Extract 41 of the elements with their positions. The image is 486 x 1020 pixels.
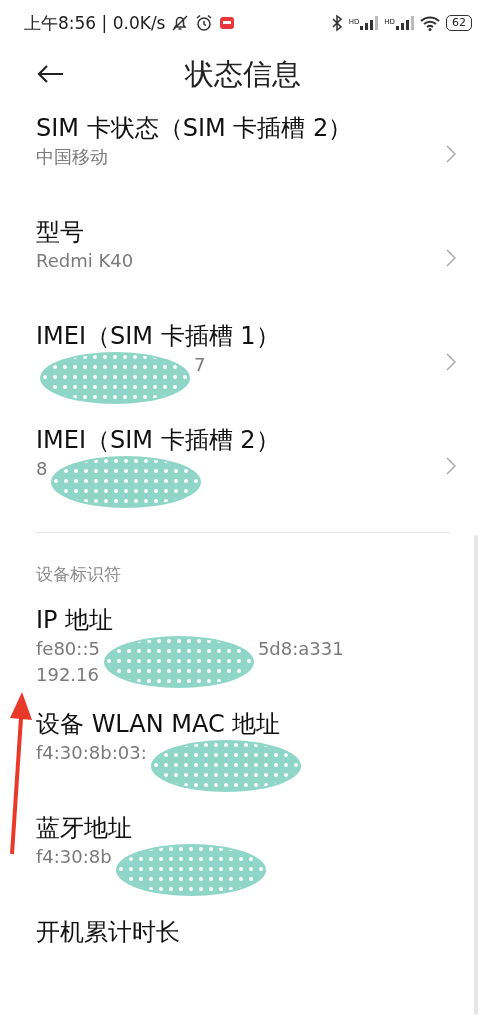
chevron-right-icon xyxy=(446,249,456,267)
item-title: 型号 xyxy=(36,217,85,248)
bell-off-icon xyxy=(171,14,190,32)
item-value: fe80::5 xyxy=(36,637,100,661)
battery-level: 62 xyxy=(446,15,472,31)
item-value: f4:30:8b:03: xyxy=(36,741,147,765)
item-value: 7 xyxy=(194,353,206,377)
chevron-right-icon xyxy=(446,145,456,163)
list-item[interactable]: IMEI（SIM 卡插槽 2） 8 xyxy=(0,414,486,518)
list-item[interactable]: 开机累计时长 xyxy=(0,906,486,1010)
item-title: 设备 WLAN MAC 地址 xyxy=(36,709,282,740)
status-time: 上午8:56 | 0.0K/s xyxy=(24,11,166,35)
section-header: 设备标识符 xyxy=(36,564,121,584)
item-title: IP 地址 xyxy=(36,605,115,636)
item-value: 中国移动 xyxy=(36,145,108,169)
list-item[interactable]: 型号 Redmi K40 xyxy=(0,206,486,310)
list-item[interactable]: SIM 卡状态（SIM 卡插槽 2） 中国移动 xyxy=(0,102,486,206)
list-item[interactable]: 设备 WLAN MAC 地址 f4:30:8b:03: xyxy=(0,698,486,802)
wifi-icon xyxy=(420,15,440,31)
alarm-clock-icon xyxy=(195,14,214,32)
item-title: SIM 卡状态（SIM 卡插槽 2） xyxy=(36,113,354,144)
bluetooth-icon xyxy=(330,14,343,32)
chevron-right-icon xyxy=(446,353,456,371)
chevron-right-icon xyxy=(446,457,456,475)
page-title: 状态信息 xyxy=(185,57,301,91)
item-value: 8 xyxy=(36,457,48,481)
list-item[interactable]: IP 地址 fe80::5 192.16 5d8:a331 xyxy=(0,594,486,698)
signal-icon xyxy=(360,16,379,30)
item-value: 192.16 xyxy=(36,663,100,687)
item-title: IMEI（SIM 卡插槽 2） xyxy=(36,425,281,456)
item-value: f4:30:8b xyxy=(36,845,112,869)
item-value: 5d8:a331 xyxy=(257,637,344,661)
item-title: 开机累计时长 xyxy=(36,917,181,948)
item-title: IMEI（SIM 卡插槽 1） xyxy=(36,321,281,352)
list-item[interactable]: 蓝牙地址 f4:30:8b xyxy=(0,802,486,906)
app-notification-icon xyxy=(219,15,236,31)
list-item[interactable]: IMEI（SIM 卡插槽 1） 7 xyxy=(0,310,486,414)
signal-icon xyxy=(396,16,414,30)
item-value: Redmi K40 xyxy=(36,249,134,273)
back-arrow-icon xyxy=(36,63,64,84)
item-title: 蓝牙地址 xyxy=(36,813,133,844)
